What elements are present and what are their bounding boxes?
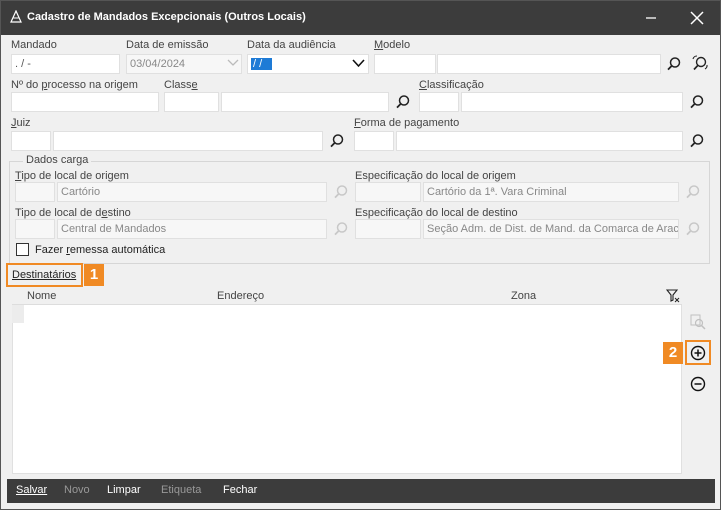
forma-pagamento-code-input[interactable] [354, 131, 394, 151]
search-icon [686, 185, 700, 199]
destinatarios-tab[interactable]: Destinatários [12, 269, 76, 281]
tipo-local-destino-input: Central de Mandados [57, 219, 327, 239]
fechar-button[interactable]: Fechar [223, 484, 257, 496]
column-header-zona[interactable]: Zona [511, 290, 536, 302]
classificacao-code-input[interactable] [419, 92, 459, 112]
especificacao-origem-label: Especificação do local de origem [355, 170, 516, 182]
search-icon[interactable] [666, 56, 682, 72]
forma-pagamento-description-input[interactable] [396, 131, 683, 151]
refresh-search-icon[interactable] [691, 55, 709, 73]
chevron-down-icon [227, 59, 239, 66]
tipo-local-destino-label: Tipo de local de destino [15, 207, 131, 219]
juiz-name-input[interactable] [53, 131, 323, 151]
close-icon[interactable] [685, 8, 709, 28]
especificacao-origem-code [355, 182, 421, 202]
classe-label: Classe [164, 79, 198, 91]
etiqueta-button: Etiqueta [161, 484, 202, 496]
data-emissao-value: 03/04/2024 [130, 58, 186, 70]
dados-carga-title: Dados carga [23, 154, 92, 166]
classificacao-label: Classificação [419, 79, 484, 91]
remove-icon[interactable] [690, 376, 706, 392]
chevron-down-icon[interactable] [352, 58, 365, 68]
tipo-local-origem-input: Cartório [57, 182, 327, 202]
destinatarios-table-header: Nome Endereço Zona [12, 287, 682, 305]
column-header-endereco[interactable]: Endereço [217, 290, 264, 302]
tipo-local-destino-code [15, 219, 55, 239]
mandado-input[interactable]: . / - [11, 54, 120, 74]
column-header-nome[interactable]: Nome [27, 290, 56, 302]
add-icon[interactable] [690, 345, 706, 361]
data-audiencia-value: / / [251, 58, 273, 70]
modelo-code-input[interactable] [374, 54, 436, 74]
especificacao-destino-input: Seção Adm. de Dist. de Mand. da Comarca … [423, 219, 679, 239]
processo-origem-label: Nº do processo na origem [11, 79, 138, 91]
callout-badge-1: 1 [84, 264, 104, 286]
limpar-button[interactable]: Limpar [107, 484, 141, 496]
search-icon [334, 222, 348, 236]
forma-pagamento-label: Forma de pagamento [354, 117, 460, 129]
tipo-local-origem-code [15, 182, 55, 202]
minimize-icon[interactable] [639, 8, 663, 28]
modelo-label: Modelo [374, 39, 411, 51]
search-icon[interactable] [329, 133, 345, 149]
classe-description-input[interactable] [221, 92, 389, 112]
especificacao-origem-input: Cartório da 1ª. Vara Criminal [423, 182, 679, 202]
search-icon [334, 185, 348, 199]
search-icon[interactable] [689, 133, 705, 149]
data-emissao-input: 03/04/2024 [126, 54, 242, 74]
app-icon [10, 10, 22, 23]
remessa-automatica-checkbox[interactable] [16, 243, 29, 256]
mandado-label: Mandado [11, 39, 57, 51]
window-title: Cadastro de Mandados Excepcionais (Outro… [27, 11, 306, 23]
salvar-button[interactable]: Salvar [16, 484, 47, 496]
data-audiencia-label: Data da audiência [247, 39, 336, 51]
callout-badge-2: 2 [663, 342, 683, 364]
destinatarios-table[interactable] [12, 287, 682, 474]
juiz-label: Juiz [11, 117, 31, 129]
row-selector [12, 305, 24, 323]
dialog-window: Cadastro de Mandados Excepcionais (Outro… [0, 0, 721, 510]
tipo-local-origem-label: Tipo de local de origem [15, 170, 129, 182]
remessa-automatica-label: Fazer remessa automática [35, 244, 166, 256]
modelo-description-input[interactable] [437, 54, 661, 74]
classificacao-description-input[interactable] [461, 92, 683, 112]
filter-icon[interactable] [666, 289, 680, 303]
classe-code-input[interactable] [164, 92, 219, 112]
search-icon[interactable] [395, 94, 411, 110]
data-emissao-label: Data de emissão [126, 39, 209, 51]
data-audiencia-input[interactable]: / / [247, 54, 369, 74]
search-icon [686, 222, 700, 236]
especificacao-destino-code [355, 219, 421, 239]
juiz-code-input[interactable] [11, 131, 51, 151]
bottom-toolbar: Salvar Novo Limpar Etiqueta Fechar [7, 479, 715, 503]
search-icon[interactable] [689, 94, 705, 110]
especificacao-destino-label: Especificação do local de destino [355, 207, 518, 219]
novo-button: Novo [64, 484, 90, 496]
zoom-icon [690, 314, 706, 330]
title-bar: Cadastro de Mandados Excepcionais (Outro… [1, 1, 720, 35]
processo-origem-input[interactable] [11, 92, 159, 112]
